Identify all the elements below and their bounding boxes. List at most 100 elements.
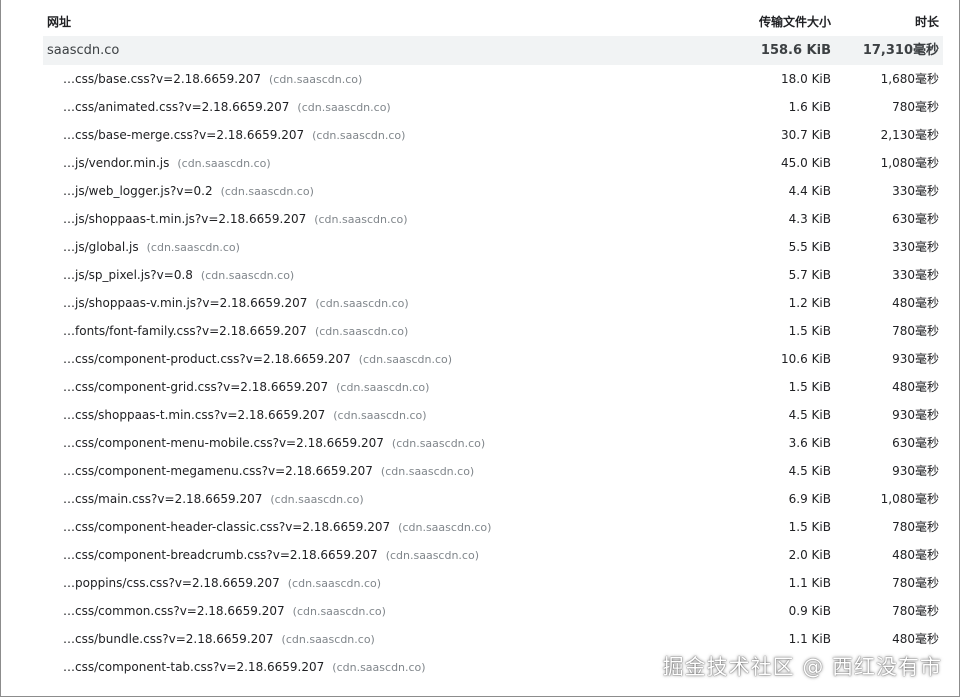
request-duration: 480毫秒 bbox=[892, 632, 939, 646]
table-row[interactable]: …js/shoppaas-t.min.js?v=2.18.6659.207 (cd… bbox=[43, 205, 943, 233]
table-row[interactable]: …js/global.js (cdn.saascdn.co) 5.5 KiB 330毫… bbox=[43, 233, 943, 261]
table-row[interactable]: …js/vendor.min.js (cdn.saascdn.co) 45.0 Ki… bbox=[43, 149, 943, 177]
request-path[interactable]: …js/vendor.min.js bbox=[63, 156, 169, 170]
column-header-duration[interactable]: 时长 bbox=[915, 8, 939, 36]
request-url[interactable]: …css/base-merge.css?v=2.18.6659.207 (cdn.… bbox=[63, 121, 405, 150]
request-path[interactable]: …css/component-header-classic.css?v=2.18… bbox=[63, 520, 390, 534]
request-url[interactable]: …css/main.css?v=2.18.6659.207 (cdn.saascd… bbox=[63, 485, 364, 514]
request-path[interactable]: …css/component-grid.css?v=2.18.6659.207 bbox=[63, 380, 328, 394]
request-url[interactable]: …css/component-product.css?v=2.18.6659.2… bbox=[63, 345, 452, 374]
table-row[interactable]: …css/base-merge.css?v=2.18.6659.207 (cdn.… bbox=[43, 121, 943, 149]
request-url[interactable]: …css/base.css?v=2.18.6659.207 (cdn.saascd… bbox=[63, 65, 362, 94]
request-path[interactable]: …css/component-product.css?v=2.18.6659.2… bbox=[63, 352, 351, 366]
request-url[interactable]: …js/vendor.min.js (cdn.saascdn.co) bbox=[63, 149, 271, 178]
request-duration: 780毫秒 bbox=[892, 604, 939, 618]
request-host: (cdn.saascdn.co) bbox=[287, 577, 382, 590]
request-path[interactable]: …css/base.css?v=2.18.6659.207 bbox=[63, 72, 261, 86]
request-path[interactable]: …js/sp_pixel.js?v=0.8 bbox=[63, 268, 193, 282]
request-host: (cdn.saascdn.co) bbox=[297, 101, 391, 114]
request-host: (cdn.saascdn.co) bbox=[385, 549, 479, 562]
column-header-url[interactable]: 网址 bbox=[47, 8, 71, 36]
request-path[interactable]: …js/web_logger.js?v=0.2 bbox=[63, 184, 213, 198]
request-path[interactable]: …css/animated.css?v=2.18.6659.207 bbox=[63, 100, 289, 114]
group-duration: 17,310毫秒 bbox=[862, 43, 939, 58]
domain-group-row[interactable]: saascdn.co 158.6 KiB 17,310毫秒 bbox=[43, 36, 943, 65]
request-size: 10.6 KiB bbox=[781, 352, 831, 366]
table-row[interactable]: …css/component-megamenu.css?v=2.18.6659.… bbox=[43, 457, 943, 485]
table-row[interactable]: …js/web_logger.js?v=0.2 (cdn.saascdn.co) 4… bbox=[43, 177, 943, 205]
request-url[interactable]: …css/component-grid.css?v=2.18.6659.207 (… bbox=[63, 373, 429, 402]
request-path[interactable]: …css/main.css?v=2.18.6659.207 bbox=[63, 492, 262, 506]
table-row[interactable]: …css/component-grid.css?v=2.18.6659.207 (… bbox=[43, 373, 943, 401]
request-duration: 480毫秒 bbox=[892, 548, 939, 562]
request-path[interactable]: …css/component-menu-mobile.css?v=2.18.66… bbox=[63, 436, 384, 450]
request-path[interactable]: …css/base-merge.css?v=2.18.6659.207 bbox=[63, 128, 304, 142]
table-row[interactable]: …css/component-product.css?v=2.18.6659.2… bbox=[43, 345, 943, 373]
table-row[interactable]: …js/sp_pixel.js?v=0.8 (cdn.saascdn.co) 5.7… bbox=[43, 261, 943, 289]
table-row[interactable]: …css/component-header-classic.css?v=2.18… bbox=[43, 513, 943, 541]
table-row[interactable]: …js/shoppaas-v.min.js?v=2.18.6659.207 (cd… bbox=[43, 289, 943, 317]
request-size: 1.5 KiB bbox=[788, 324, 831, 338]
table-row[interactable]: …css/animated.css?v=2.18.6659.207 (cdn.sa… bbox=[43, 93, 943, 121]
request-path[interactable]: …css/shoppaas-t.min.css?v=2.18.6659.207 bbox=[63, 408, 325, 422]
request-url[interactable]: …fonts/font-family.css?v=2.18.6659.207 (c… bbox=[63, 317, 408, 346]
request-url[interactable]: …css/component-menu-mobile.css?v=2.18.66… bbox=[63, 429, 485, 458]
request-url[interactable]: …css/component-breadcrumb.css?v=2.18.665… bbox=[63, 541, 479, 570]
request-size: 1.1 KiB bbox=[788, 576, 831, 590]
request-path[interactable]: …js/shoppaas-v.min.js?v=2.18.6659.207 bbox=[63, 296, 307, 310]
request-host: (cdn.saascdn.co) bbox=[270, 493, 364, 506]
request-path[interactable]: …css/component-tab.css?v=2.18.6659.207 bbox=[63, 660, 324, 674]
request-size: 30.7 KiB bbox=[781, 128, 831, 142]
request-path[interactable]: …js/shoppaas-t.min.js?v=2.18.6659.207 bbox=[63, 212, 306, 226]
table-row[interactable]: …css/shoppaas-t.min.css?v=2.18.6659.207 (… bbox=[43, 401, 943, 429]
request-size: 0.9 KiB bbox=[788, 604, 831, 618]
group-domain: saascdn.co bbox=[47, 43, 120, 58]
table-row[interactable]: …css/component-breadcrumb.css?v=2.18.665… bbox=[43, 541, 943, 569]
request-path[interactable]: …js/global.js bbox=[63, 240, 139, 254]
request-url[interactable]: …poppins/css.css?v=2.18.6659.207 (cdn.saa… bbox=[63, 569, 381, 598]
request-url[interactable]: …css/shoppaas-t.min.css?v=2.18.6659.207 (… bbox=[63, 401, 427, 430]
table-row[interactable]: …poppins/css.css?v=2.18.6659.207 (cdn.saa… bbox=[43, 569, 943, 597]
request-duration: 330毫秒 bbox=[892, 184, 939, 198]
request-host: (cdn.saascdn.co) bbox=[177, 157, 271, 170]
request-size: 1.5 KiB bbox=[788, 380, 831, 394]
request-duration: 330毫秒 bbox=[892, 240, 939, 254]
table-row[interactable]: …css/base.css?v=2.18.6659.207 (cdn.saascd… bbox=[43, 65, 943, 93]
request-url[interactable]: …js/shoppaas-v.min.js?v=2.18.6659.207 (cd… bbox=[63, 289, 409, 318]
column-header-size[interactable]: 传输文件大小 bbox=[759, 8, 831, 36]
request-size: 1.5 KiB bbox=[788, 520, 831, 534]
request-duration: 1,680毫秒 bbox=[880, 72, 939, 86]
request-host: (cdn.saascdn.co) bbox=[220, 185, 314, 198]
request-path[interactable]: …fonts/font-family.css?v=2.18.6659.207 bbox=[63, 324, 307, 338]
request-host: (cdn.saascdn.co) bbox=[358, 353, 453, 366]
request-duration: 630毫秒 bbox=[892, 212, 939, 226]
table-row[interactable]: …fonts/font-family.css?v=2.18.6659.207 (c… bbox=[43, 317, 943, 345]
request-url[interactable]: …js/sp_pixel.js?v=0.8 (cdn.saascdn.co) bbox=[63, 261, 294, 290]
request-url[interactable]: …css/common.css?v=2.18.6659.207 (cdn.saas… bbox=[63, 597, 386, 626]
request-url[interactable]: …css/bundle.css?v=2.18.6659.207 (cdn.saas… bbox=[63, 625, 375, 654]
request-path[interactable]: …css/component-megamenu.css?v=2.18.6659.… bbox=[63, 464, 373, 478]
request-size: 4.5 KiB bbox=[788, 408, 831, 422]
request-size: 1.2 KiB bbox=[788, 296, 831, 310]
request-path[interactable]: …css/bundle.css?v=2.18.6659.207 bbox=[63, 632, 274, 646]
request-host: (cdn.saascdn.co) bbox=[391, 437, 486, 450]
request-path[interactable]: …css/component-breadcrumb.css?v=2.18.665… bbox=[63, 548, 378, 562]
request-url[interactable]: …js/global.js (cdn.saascdn.co) bbox=[63, 233, 240, 262]
request-duration: 780毫秒 bbox=[892, 576, 939, 590]
request-url[interactable]: …css/component-header-classic.css?v=2.18… bbox=[63, 513, 491, 542]
request-url[interactable]: …css/component-megamenu.css?v=2.18.6659.… bbox=[63, 457, 474, 486]
request-url[interactable]: …css/animated.css?v=2.18.6659.207 (cdn.sa… bbox=[63, 93, 391, 122]
request-path[interactable]: …css/common.css?v=2.18.6659.207 bbox=[63, 604, 285, 618]
request-url[interactable]: …css/component-tab.css?v=2.18.6659.207 (c… bbox=[63, 653, 426, 682]
table-row[interactable]: …css/bundle.css?v=2.18.6659.207 (cdn.saas… bbox=[43, 625, 943, 653]
request-size: 5.5 KiB bbox=[788, 240, 831, 254]
request-size: 18.0 KiB bbox=[781, 72, 831, 86]
table-row[interactable]: …css/common.css?v=2.18.6659.207 (cdn.saas… bbox=[43, 597, 943, 625]
request-path[interactable]: …poppins/css.css?v=2.18.6659.207 bbox=[63, 576, 280, 590]
table-row[interactable]: …css/component-menu-mobile.css?v=2.18.66… bbox=[43, 429, 943, 457]
table-row[interactable]: …css/main.css?v=2.18.6659.207 (cdn.saascd… bbox=[43, 485, 943, 513]
request-duration: 780毫秒 bbox=[892, 100, 939, 114]
request-url[interactable]: …js/web_logger.js?v=0.2 (cdn.saascdn.co) bbox=[63, 177, 314, 206]
request-url[interactable]: …js/shoppaas-t.min.js?v=2.18.6659.207 (cd… bbox=[63, 205, 408, 234]
request-rows: …css/base.css?v=2.18.6659.207 (cdn.saascd… bbox=[43, 65, 943, 681]
